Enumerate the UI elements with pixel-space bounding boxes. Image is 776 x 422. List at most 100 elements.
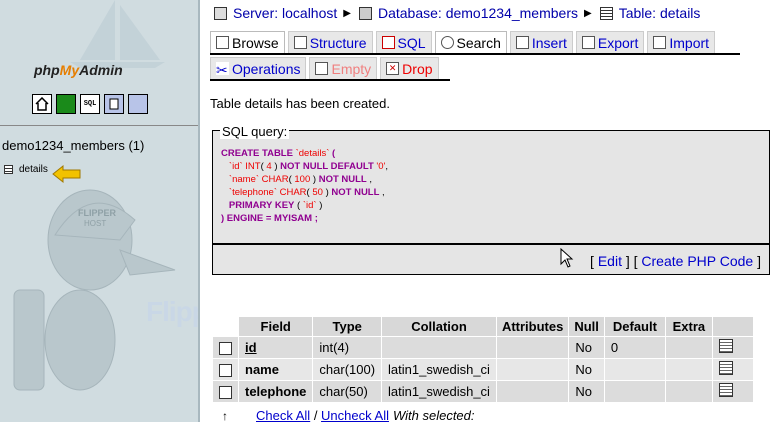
- tab-label: Insert: [531, 34, 567, 51]
- edit-link[interactable]: Edit: [598, 253, 622, 269]
- sidebar-icon-bar: SQL: [32, 94, 148, 120]
- bulk-separator: /: [310, 408, 322, 422]
- row-checkbox[interactable]: [219, 386, 232, 400]
- row-checkbox-cell: [213, 359, 238, 380]
- sidebar-table-label[interactable]: details: [19, 164, 48, 175]
- row-checkbox[interactable]: [219, 364, 232, 378]
- tab-import[interactable]: Import: [647, 31, 716, 53]
- field-name: telephone: [239, 381, 313, 402]
- logo-my-text: My: [59, 62, 80, 78]
- import-icon: [653, 36, 667, 49]
- header-extra: Extra: [665, 317, 712, 336]
- row-checkbox[interactable]: [219, 342, 232, 356]
- table-icon[interactable]: [4, 165, 13, 174]
- tab-label: Drop: [402, 60, 433, 77]
- database-icon: [358, 6, 372, 20]
- sql-query-legend: SQL query:: [220, 124, 290, 139]
- tab-operations[interactable]: ✂ Operations: [210, 57, 307, 79]
- sql-query-box: CREATE TABLE `details` ( `id` INT( 4 ) N…: [212, 124, 770, 275]
- tab-label: Export: [597, 34, 639, 51]
- field-collation: [382, 337, 496, 358]
- home-icon[interactable]: [32, 94, 52, 114]
- field-extra: [665, 359, 712, 380]
- main-frame: Server: localhost ▶ Database: demo1234_m…: [200, 0, 776, 422]
- sql-query-frame: CREATE TABLE `details` ( `id` INT( 4 ) N…: [212, 130, 770, 244]
- operations-icon: ✂: [216, 62, 229, 78]
- structure-icon: [293, 36, 307, 49]
- tab-label: Empty: [331, 60, 372, 77]
- logo-admin-text: Admin: [79, 62, 123, 78]
- sql-docs-icon[interactable]: [128, 94, 148, 114]
- browse-distinct-icon[interactable]: [718, 361, 733, 375]
- database-name[interactable]: demo1234_members (1): [2, 138, 144, 153]
- tab-structure[interactable]: Structure: [287, 31, 373, 53]
- svg-text:FLIPPER: FLIPPER: [78, 208, 117, 218]
- header-default: Default: [604, 317, 665, 336]
- sidebar-table-item[interactable]: details: [4, 164, 48, 175]
- table-header-row: Field Type Collation Attributes Null Def…: [213, 317, 753, 336]
- row-action-cell: [712, 337, 753, 358]
- sql-links-bar: [ Edit ] [ Create PHP Code ]: [212, 244, 770, 275]
- create-php-code-link[interactable]: Create PHP Code: [641, 253, 753, 269]
- table-row: name char(100) latin1_swedish_ci No: [213, 359, 753, 380]
- tabs-row-1: Browse Structure SQL Search Insert Expor…: [210, 31, 716, 53]
- tab-export[interactable]: Export: [575, 31, 645, 53]
- breadcrumb-table[interactable]: Table: details: [619, 5, 701, 21]
- tab-browse[interactable]: Browse: [210, 31, 285, 53]
- docs-icon[interactable]: [104, 94, 124, 114]
- mouse-cursor-icon: [560, 248, 574, 268]
- query-window-icon[interactable]: [56, 94, 76, 114]
- logo-php-text: php: [34, 62, 60, 78]
- field-collation: latin1_swedish_ci: [382, 381, 496, 402]
- field-extra: [665, 337, 712, 358]
- row-checkbox-cell: [213, 337, 238, 358]
- check-all-link[interactable]: Check All: [256, 408, 310, 422]
- header-collation: Collation: [382, 317, 496, 336]
- tab-search[interactable]: Search: [434, 31, 507, 53]
- row-checkbox-cell: [213, 381, 238, 402]
- row-action-cell: [712, 381, 753, 402]
- tab-sql[interactable]: SQL: [375, 31, 432, 53]
- table-row: telephone char(50) latin1_swedish_ci No: [213, 381, 753, 402]
- server-icon: [214, 6, 227, 20]
- header-attributes: Attributes: [496, 317, 569, 336]
- svg-text:HOST: HOST: [84, 219, 106, 228]
- uncheck-all-link[interactable]: Uncheck All: [321, 408, 389, 422]
- field-attributes: [496, 337, 569, 358]
- browse-distinct-icon[interactable]: [718, 339, 733, 353]
- sql-icon[interactable]: SQL: [80, 94, 100, 114]
- with-selected-label: With selected:: [392, 408, 475, 422]
- browse-distinct-icon[interactable]: [718, 383, 733, 397]
- tab-insert[interactable]: Insert: [509, 31, 573, 53]
- breadcrumb: Server: localhost ▶ Database: demo1234_m…: [214, 5, 700, 21]
- field-collation: latin1_swedish_ci: [382, 359, 496, 380]
- field-null: No: [569, 337, 604, 358]
- breadcrumb-separator-icon: ▶: [343, 7, 351, 19]
- breadcrumb-database[interactable]: Database: demo1234_members: [378, 5, 578, 21]
- sql-links: [ Edit ] [ Create PHP Code ]: [590, 253, 761, 269]
- up-arrow-icon: ↑: [222, 408, 228, 422]
- success-message: Table details has been created.: [210, 96, 390, 111]
- field-type: int(4): [313, 337, 382, 358]
- sql-icon: [381, 36, 395, 49]
- breadcrumb-server[interactable]: Server: localhost: [233, 5, 337, 21]
- search-icon: [440, 36, 454, 49]
- navigation-frame: phpMyAdmin SQL demo1234_members (1) deta…: [0, 0, 198, 422]
- tabs-row-2: ✂ Operations Empty ✕ Drop: [210, 57, 439, 79]
- field-null: No: [569, 359, 604, 380]
- field-type: char(50): [313, 381, 382, 402]
- field-null: No: [569, 381, 604, 402]
- phpmyadmin-logo[interactable]: phpMyAdmin: [34, 62, 123, 78]
- empty-icon: [315, 62, 329, 75]
- header-action: [712, 317, 753, 336]
- field-name: id: [239, 337, 313, 358]
- sidebar-divider: [0, 125, 198, 126]
- tab-label: Browse: [232, 34, 279, 51]
- tab-empty[interactable]: Empty: [309, 57, 378, 79]
- tab-drop[interactable]: ✕ Drop: [380, 57, 439, 79]
- field-attributes: [496, 359, 569, 380]
- table-row: id int(4) No 0: [213, 337, 753, 358]
- header-field: Field: [239, 317, 313, 336]
- sql-query-text: CREATE TABLE `details` ( `id` INT( 4 ) N…: [221, 148, 388, 224]
- flipperhost-watermark: FlipperHost: [146, 296, 198, 327]
